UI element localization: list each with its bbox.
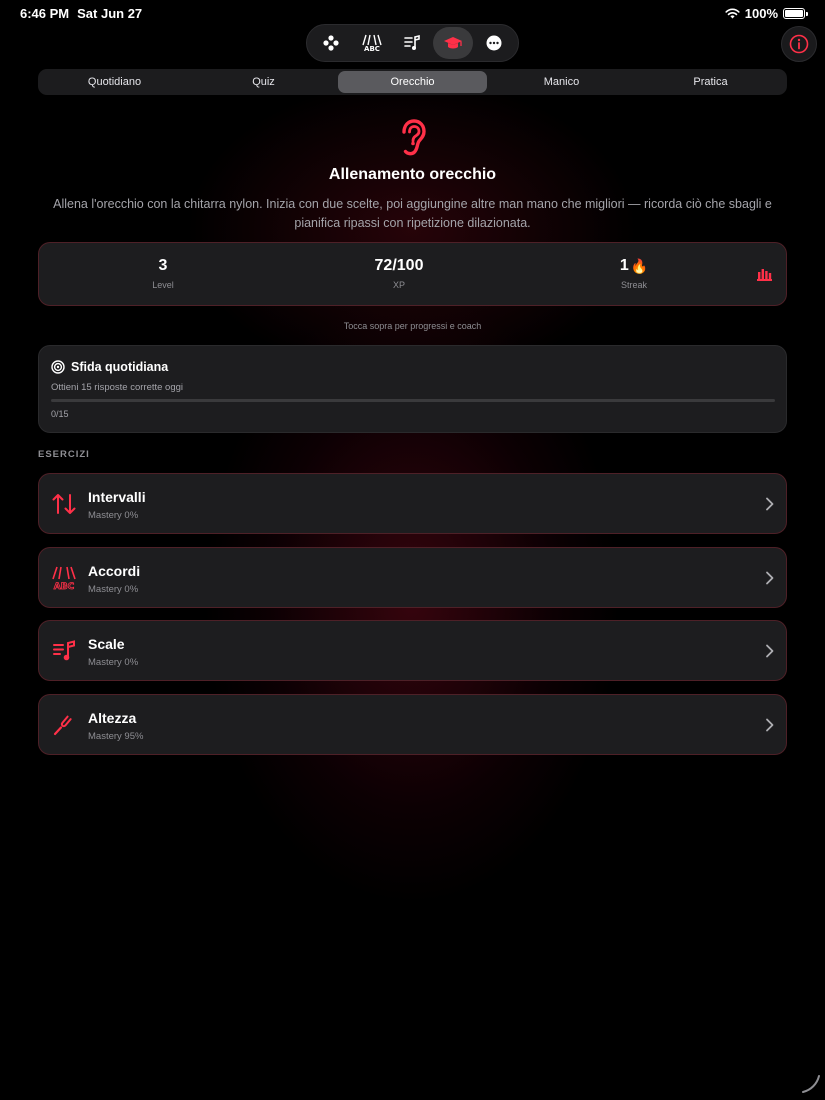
info-button[interactable] xyxy=(781,26,817,62)
ear-icon xyxy=(402,119,426,156)
nav-chords-button[interactable]: ABC xyxy=(352,27,393,59)
challenge-title: Sfida quotidiana xyxy=(71,360,169,374)
graduation-cap-icon xyxy=(444,37,463,49)
svg-text:ABC: ABC xyxy=(54,582,75,591)
chevron-right-icon xyxy=(766,718,774,732)
fire-icon: 🔥 xyxy=(630,257,649,274)
status-time: 6:46 PM xyxy=(20,6,70,21)
tab-pratica[interactable]: Pratica xyxy=(636,71,785,93)
exercise-mastery: Mastery 95% xyxy=(88,731,144,742)
target-icon xyxy=(51,360,65,374)
mode-tabs: Quotidiano Quiz Orecchio Manico Pratica xyxy=(38,69,787,95)
level-value: 3 xyxy=(158,257,168,274)
music-list-icon xyxy=(53,640,75,661)
exercise-mastery: Mastery 0% xyxy=(88,657,139,668)
chevron-right-icon xyxy=(766,644,774,658)
battery-icon xyxy=(783,8,808,19)
top-icon-nav: ABC xyxy=(306,24,519,62)
stat-xp: 72/100 XP xyxy=(339,257,459,290)
bar-chart-icon[interactable] xyxy=(757,267,772,281)
guitar-abc-icon: ABC xyxy=(362,34,382,52)
exercise-name: Altezza xyxy=(88,710,137,726)
tab-orecchio[interactable]: Orecchio xyxy=(338,71,487,93)
arrows-up-down-icon xyxy=(52,494,76,514)
guitar-abc-icon: ABC xyxy=(52,566,76,591)
page-description: Allena l'orecchio con la chitarra nylon.… xyxy=(53,197,772,230)
exercise-name: Intervalli xyxy=(88,489,146,505)
exercise-item-altezza[interactable]: Altezza Mastery 95% xyxy=(38,694,787,755)
info-icon xyxy=(789,34,809,54)
nav-game-button[interactable] xyxy=(311,27,352,59)
tab-quotidiano[interactable]: Quotidiano xyxy=(40,71,189,93)
chevron-right-icon xyxy=(766,571,774,585)
wifi-icon xyxy=(725,8,740,19)
tab-quiz[interactable]: Quiz xyxy=(189,71,338,93)
challenge-subtitle: Ottieni 15 risposte corrette oggi xyxy=(51,382,184,393)
exercise-item-scale[interactable]: Scale Mastery 0% xyxy=(38,620,787,681)
section-label-exercises: ESERCIZI xyxy=(38,449,90,460)
music-list-icon xyxy=(404,34,421,50)
xp-value: 72/100 xyxy=(374,257,424,274)
exercise-item-intervalli[interactable]: Intervalli Mastery 0% xyxy=(38,473,787,534)
tab-manico[interactable]: Manico xyxy=(487,71,636,93)
chevron-right-icon xyxy=(766,497,774,511)
stats-card[interactable]: 3 Level 72/100 XP 1 🔥 Streak xyxy=(38,242,787,306)
nav-scales-button[interactable] xyxy=(392,27,433,59)
streak-value: 1 xyxy=(619,257,629,274)
battery-percent: 100% xyxy=(744,6,778,21)
resize-handle-icon xyxy=(802,1075,820,1093)
streak-label: Streak xyxy=(620,280,647,290)
nav-more-button[interactable] xyxy=(473,27,514,59)
exercise-mastery: Mastery 0% xyxy=(88,510,139,521)
exercise-item-accordi[interactable]: ABC Accordi Mastery 0% xyxy=(38,547,787,608)
page-title: Allenamento orecchio xyxy=(328,166,497,183)
exercise-name: Scale xyxy=(88,636,125,652)
status-date: Sat Jun 27 xyxy=(77,6,143,21)
daily-challenge-card[interactable]: Sfida quotidiana Ottieni 15 risposte cor… xyxy=(38,345,787,433)
stat-level: 3 Level xyxy=(103,257,223,290)
exercise-mastery: Mastery 0% xyxy=(88,584,139,595)
stat-streak: 1 🔥 Streak xyxy=(574,257,694,290)
status-bar: 6:46 PM Sat Jun 27 100% xyxy=(20,6,808,22)
tuning-fork-icon xyxy=(53,715,72,736)
challenge-count: 0/15 xyxy=(51,409,69,419)
exercise-name: Accordi xyxy=(88,563,141,579)
gamepad-icon xyxy=(323,35,339,51)
svg-text:ABC: ABC xyxy=(364,45,380,52)
nav-learn-button[interactable] xyxy=(432,27,474,59)
ellipsis-icon xyxy=(486,35,502,51)
level-label: Level xyxy=(152,280,174,290)
challenge-progress-bar xyxy=(51,399,775,402)
xp-label: XP xyxy=(392,280,405,290)
stats-hint: Tocca sopra per progressi e coach xyxy=(343,321,482,331)
